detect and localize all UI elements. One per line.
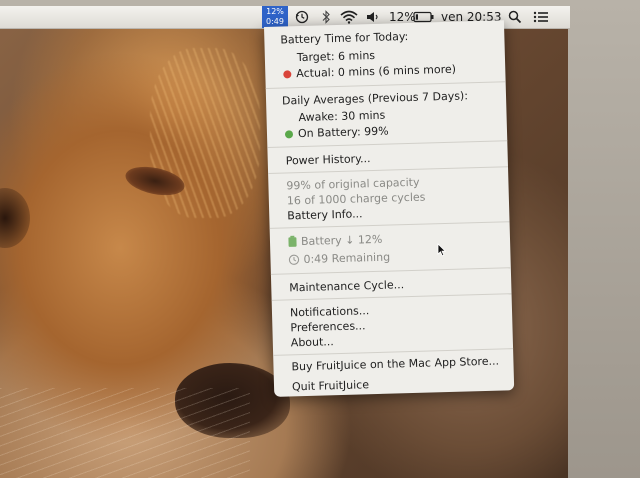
battery-remaining-time: 0:49 Remaining	[303, 250, 391, 266]
battery-charge-status: Battery ↓ 12%	[300, 232, 383, 249]
battery-status-icon	[288, 235, 297, 252]
wallpaper-lion-eye-left	[0, 188, 30, 248]
notification-center-icon[interactable]	[533, 6, 549, 28]
time-machine-icon[interactable]	[295, 6, 309, 28]
buy-app-store-menu-item[interactable]: Buy FruitJuice on the Mac App Store...	[291, 353, 531, 376]
wallpaper-lion-whiskers	[0, 388, 250, 478]
fruitjuice-menu: Battery Time for Today: Target: 6 mins A…	[264, 20, 515, 397]
clock-icon	[288, 254, 300, 270]
red-status-dot-icon	[283, 70, 292, 79]
spotlight-icon[interactable]	[508, 6, 522, 28]
fruitjuice-status-item[interactable]: 12% 0:49	[262, 6, 288, 28]
menu-separator	[270, 267, 511, 275]
daily-averages-on-battery: On Battery: 99%	[297, 124, 389, 141]
green-status-dot-icon	[284, 130, 294, 139]
fruitjuice-status-percent: 12%	[266, 7, 284, 16]
mouse-pointer-icon	[437, 242, 447, 261]
battery-time-actual: Actual: 0 mins (6 mins more)	[296, 62, 457, 81]
